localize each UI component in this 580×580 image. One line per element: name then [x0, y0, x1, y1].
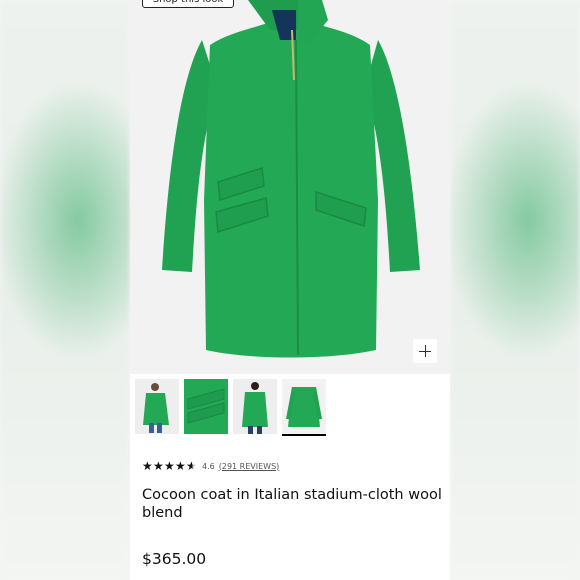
thumbnail-fabric-detail[interactable] [184, 379, 228, 434]
blurred-backdrop-left [0, 0, 130, 580]
product-price: $365.00 [142, 550, 207, 568]
rating-value: 4.6 [202, 461, 215, 471]
half-star-icon: ★ [186, 458, 197, 473]
star-icon: ★ [142, 458, 153, 473]
shop-this-look-button[interactable]: Shop this look [142, 0, 234, 8]
green-coat-image [162, 0, 420, 358]
star-icon: ★ [175, 458, 186, 473]
model-front-icon [135, 379, 179, 434]
reviews-link[interactable]: (291 REVIEWS) [219, 462, 280, 471]
fabric-detail-icon [184, 379, 228, 434]
thumbnail-model-back[interactable] [233, 379, 277, 434]
product-title: Cocoon coat in Italian stadium-cloth woo… [142, 487, 442, 521]
rating-row: ★ ★ ★ ★ ★ 4.6 (291 REVIEWS) [142, 458, 279, 474]
star-icon: ★ [164, 458, 175, 473]
model-back-icon [233, 379, 277, 434]
star-rating: ★ ★ ★ ★ ★ [142, 458, 197, 473]
thumbnail-flat-product[interactable] [282, 379, 326, 436]
product-hero-image[interactable]: Shop this look [130, 0, 450, 374]
product-panel: Shop this look [130, 0, 450, 580]
flat-coat-icon [282, 379, 326, 432]
thumbnail-model-front[interactable] [135, 379, 179, 434]
star-icon: ★ [153, 458, 164, 473]
zoom-plus-icon[interactable] [413, 339, 437, 363]
blurred-backdrop-right [450, 0, 580, 580]
